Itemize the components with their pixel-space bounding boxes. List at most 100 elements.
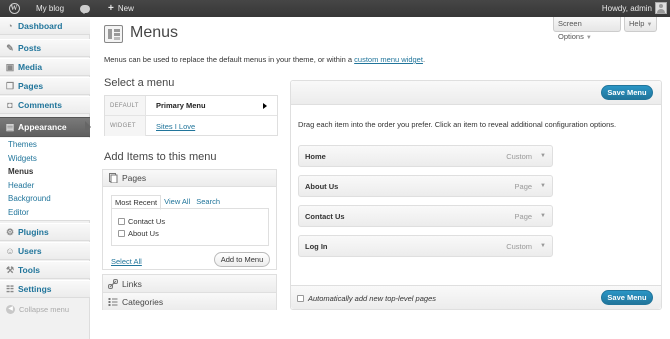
menus-page-icon (104, 25, 123, 43)
collapse-label: Collapse menu (19, 304, 70, 314)
screen-options-button[interactable]: Screen Options ▼ (553, 17, 621, 41)
comments-icon: ◘ (7, 100, 13, 110)
sidebar-item-posts[interactable]: ✎ Posts (0, 39, 90, 57)
admin-bar: W My blog + New Howdy, admin (0, 0, 670, 17)
auto-add-pages-option[interactable]: Automatically add new top-level pages (297, 294, 436, 303)
comments-icon[interactable] (80, 0, 90, 17)
menu-item-type: Page (514, 181, 533, 191)
sidebar-item-label: Plugins (18, 227, 49, 237)
location-value[interactable]: Sites I Love (146, 122, 277, 131)
submenu-item-menus[interactable]: Menus (0, 165, 90, 179)
account-greeting[interactable]: Howdy, admin (602, 0, 652, 17)
drag-instructions: Drag each item into the order you prefer… (298, 120, 617, 129)
pages-panel: Pages Most Recent View All Search Contac… (102, 169, 277, 270)
pages-checklist: Contact Us About Us (111, 208, 269, 246)
collapse-arrow-icon: ◀ (6, 304, 15, 314)
media-icon: ▣ (5, 62, 15, 72)
chevron-down-icon[interactable]: ▼ (540, 243, 546, 249)
menu-item-log-in[interactable]: Log In Custom ▼ (298, 235, 553, 257)
sidebar-item-label: Settings (18, 284, 52, 294)
pages-panel-title: Pages (122, 173, 147, 183)
categories-panel[interactable]: Categories (102, 292, 277, 310)
sidebar-item-dashboard[interactable]: ◔ Dashboard (0, 17, 90, 35)
menu-editor-header: Save Menu (291, 81, 661, 105)
page-checkbox[interactable] (118, 229, 125, 237)
pin-icon: ✎ (6, 43, 14, 53)
menu-item-home[interactable]: Home Custom ▼ (298, 145, 553, 167)
page-label: Contact Us (128, 216, 166, 226)
add-to-menu-button[interactable]: Add to Menu (214, 252, 270, 267)
select-menu-heading: Select a menu (104, 77, 175, 89)
custom-menu-widget-link[interactable]: custom menu widget (354, 55, 423, 64)
avatar[interactable] (655, 2, 667, 14)
site-name-link[interactable]: My blog (30, 0, 64, 17)
plus-icon: + (108, 3, 114, 14)
submenu-item-widgets[interactable]: Widgets (0, 152, 90, 166)
page-title: Menus (130, 24, 179, 41)
page-intro: Menus can be used to replace the default… (104, 55, 425, 64)
auto-add-checkbox[interactable] (297, 295, 304, 302)
links-panel-header[interactable]: Links (103, 275, 276, 292)
chevron-down-icon: ▼ (646, 22, 653, 28)
save-menu-button-top[interactable]: Save Menu (601, 85, 653, 100)
menu-item-title: About Us (305, 181, 339, 191)
save-menu-button-bottom[interactable]: Save Menu (601, 290, 653, 305)
sidebar-item-label: Pages (18, 81, 44, 91)
pages-icon (108, 173, 118, 184)
submenu-item-background[interactable]: Background (0, 192, 90, 206)
appearance-submenu: Themes Widgets Menus Header Background E… (0, 138, 90, 221)
sidebar-item-comments[interactable]: ◘ Comments (0, 96, 90, 114)
table-row[interactable]: DEFAULT Primary Menu (105, 96, 277, 116)
sidebar-item-label: Posts (18, 43, 42, 53)
location-value: Primary Menu (156, 101, 206, 110)
menu-item-title: Contact Us (305, 211, 345, 221)
new-content-button[interactable]: + New (108, 0, 134, 17)
triangle-right-icon (263, 102, 267, 109)
select-all-link[interactable]: Select All (111, 257, 142, 266)
sidebar-item-label: Comments (18, 100, 62, 110)
submenu-item-themes[interactable]: Themes (0, 138, 90, 152)
sidebar-item-media[interactable]: ▣ Media (0, 58, 90, 76)
sidebar-item-appearance[interactable]: ▤ Appearance (0, 117, 91, 137)
links-panel-title: Links (122, 278, 142, 289)
sidebar-item-users[interactable]: ☺ Users (0, 242, 90, 260)
sidebar-item-settings[interactable]: ☷ Settings (0, 280, 90, 298)
plugins-icon: ⚙ (5, 227, 15, 237)
sidebar-item-plugins[interactable]: ⚙ Plugins (0, 223, 90, 241)
help-button[interactable]: Help ▼ (624, 17, 657, 32)
menu-item-title: Log In (305, 241, 328, 251)
users-icon: ☺ (5, 246, 15, 256)
list-item[interactable]: About Us (112, 227, 268, 239)
sidebar-item-pages[interactable]: ❐ Pages (0, 77, 90, 95)
categories-panel-header[interactable]: Categories (103, 293, 276, 310)
submenu-item-header[interactable]: Header (0, 179, 90, 193)
page-checkbox[interactable] (118, 217, 125, 225)
menu-item-type: Page (514, 211, 533, 221)
sidebar-item-tools[interactable]: ⚒ Tools (0, 261, 90, 279)
settings-icon: ☷ (5, 284, 15, 294)
submenu-item-editor[interactable]: Editor (0, 206, 90, 220)
chevron-down-icon[interactable]: ▼ (540, 183, 546, 189)
link-icon (108, 278, 118, 289)
categories-icon (108, 297, 118, 307)
table-row[interactable]: WIDGET Sites I Love (105, 116, 277, 136)
menu-item-contact-us[interactable]: Contact Us Page ▼ (298, 205, 553, 227)
list-item[interactable]: Contact Us (112, 215, 268, 227)
new-label: New (117, 4, 134, 13)
menu-item-about-us[interactable]: About Us Page ▼ (298, 175, 553, 197)
pages-panel-header[interactable]: Pages (103, 170, 276, 187)
page-label: About Us (128, 228, 159, 238)
links-panel[interactable]: Links (102, 274, 277, 292)
location-key: WIDGET (105, 116, 146, 136)
collapse-menu-button[interactable]: ◀ Collapse menu (0, 301, 90, 317)
wordpress-logo-icon[interactable]: W (6, 0, 22, 17)
categories-panel-title: Categories (122, 296, 164, 307)
auto-add-label: Automatically add new top-level pages (308, 294, 436, 303)
sidebar-item-label: Tools (18, 265, 41, 275)
intro-text: Menus can be used to replace the default… (104, 55, 355, 64)
screen-options-label: Screen Options (558, 19, 584, 41)
chevron-down-icon[interactable]: ▼ (540, 153, 546, 159)
appearance-icon: ▤ (5, 122, 15, 132)
intro-end: . (422, 55, 426, 64)
chevron-down-icon[interactable]: ▼ (540, 213, 546, 219)
